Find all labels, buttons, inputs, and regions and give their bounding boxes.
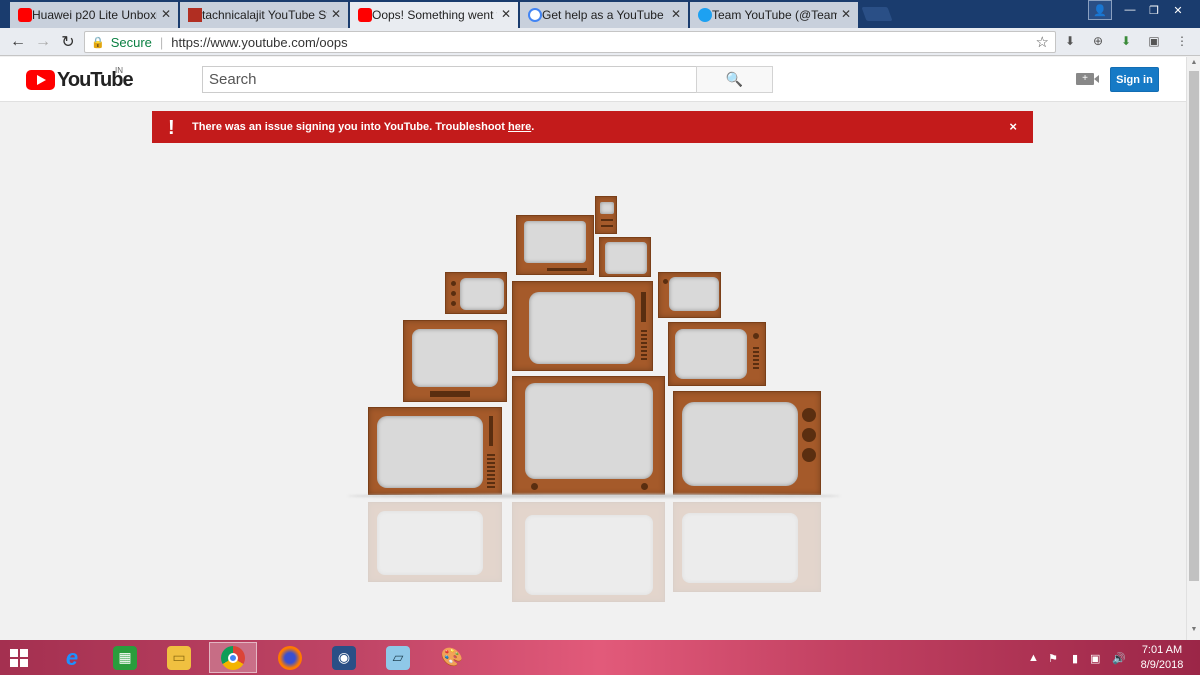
browser-toolbar: ← → ↻ 🔒 Secure | https://www.youtube.com…: [0, 28, 1200, 56]
bookmark-star-icon[interactable]: ☆: [1036, 33, 1049, 51]
notepad-icon: ▱: [386, 645, 410, 670]
show-hidden-icons-icon[interactable]: ▲: [1028, 652, 1039, 664]
taskbar-store-icon[interactable]: ▦: [101, 642, 149, 673]
paint-icon: 🎨: [440, 647, 464, 667]
youtube-header: YouTube IN 🔍 + Sign in: [0, 57, 1186, 102]
download-extension-icon[interactable]: ⬇: [1062, 34, 1078, 50]
firefox-icon: [278, 645, 302, 670]
battery-icon[interactable]: ▮: [1072, 652, 1078, 665]
back-icon[interactable]: ←: [8, 32, 28, 52]
tv-illustration-item: [516, 215, 594, 275]
close-alert-icon[interactable]: ×: [1009, 119, 1017, 134]
taskbar-chrome-icon[interactable]: [209, 642, 257, 673]
search-button[interactable]: 🔍: [696, 66, 773, 93]
close-icon[interactable]: ✕: [161, 7, 171, 21]
twitter-favicon-icon: [698, 8, 712, 22]
folder-icon: ▭: [167, 645, 191, 670]
taskbar-clock[interactable]: 7:01 AM 8/9/2018: [1140, 643, 1184, 673]
tab-huawei[interactable]: Huawei p20 Lite Unboxin ✕: [10, 2, 178, 28]
socialblade-favicon-icon: [188, 8, 202, 22]
volume-icon[interactable]: 🔊: [1112, 652, 1126, 665]
tv-illustration-item: [595, 196, 617, 234]
search-icon: 🔍: [725, 71, 744, 87]
youtube-logo[interactable]: YouTube IN: [26, 66, 134, 91]
tv-reflection: [340, 498, 840, 608]
taskbar-app-icon[interactable]: ▱: [374, 642, 422, 673]
troubleshoot-link[interactable]: here: [508, 121, 531, 133]
tab-team-youtube[interactable]: Team YouTube (@TeamY ✕: [690, 2, 858, 28]
taskbar-media-icon[interactable]: ◉: [320, 642, 368, 673]
flag-icon[interactable]: ⚑: [1048, 652, 1058, 665]
clock-time: 7:01 AM: [1141, 644, 1183, 656]
clock-date: 8/9/2018: [1140, 659, 1184, 671]
reload-icon[interactable]: ↻: [58, 32, 78, 52]
youtube-favicon-icon: [18, 8, 32, 22]
tab-oops-active[interactable]: Oops! Something went w ✕: [350, 2, 518, 28]
google-favicon-icon: [528, 8, 542, 22]
secure-label: Secure: [110, 34, 152, 50]
close-window-button[interactable]: ✕: [1166, 0, 1190, 20]
scroll-thumb[interactable]: [1189, 71, 1199, 581]
close-icon[interactable]: ✕: [501, 7, 511, 21]
exclamation-icon: !: [168, 117, 175, 139]
tv-illustration-item: [673, 391, 821, 495]
windows-start-icon[interactable]: [10, 649, 28, 667]
screenshot-extension-icon[interactable]: ▣: [1146, 34, 1162, 50]
url-text: https://www.youtube.com/oops: [171, 34, 348, 50]
search-input[interactable]: [202, 66, 697, 93]
lock-icon: 🔒: [91, 36, 105, 49]
windows-taskbar: e ▦ ▭ ◉ ▱ 🎨 ▲ ⚑ ▮ ▣ 🔊: [0, 640, 1200, 675]
separator: |: [159, 34, 164, 50]
page-scrollbar[interactable]: ▲ ▼: [1186, 57, 1200, 640]
tv-illustration-item: [668, 322, 766, 386]
menu-icon[interactable]: ⋮: [1174, 34, 1190, 50]
close-icon[interactable]: ✕: [841, 7, 851, 21]
downloader-extension-icon[interactable]: ⊕: [1090, 34, 1106, 50]
scroll-up-icon[interactable]: ▲: [1187, 59, 1200, 71]
sign-in-error-alert: ! There was an issue signing you into Yo…: [152, 111, 1033, 143]
close-icon[interactable]: ✕: [671, 7, 681, 21]
restore-button[interactable]: ❐: [1142, 0, 1166, 20]
tv-illustration-item: [512, 281, 653, 371]
taskbar-firefox-icon[interactable]: [266, 642, 314, 673]
close-icon[interactable]: ✕: [331, 7, 341, 21]
taskbar-paint-icon[interactable]: 🎨: [428, 642, 476, 673]
network-icon[interactable]: ▣: [1090, 652, 1100, 665]
forward-icon[interactable]: →: [33, 32, 53, 52]
chrome-icon: [221, 645, 245, 670]
taskbar-explorer-icon[interactable]: ▭: [155, 642, 203, 673]
tab-strip: Huawei p20 Lite Unboxin ✕ tachnicalajit …: [0, 0, 1200, 28]
youtube-favicon-icon: [358, 8, 372, 22]
alert-message: There was an issue signing you into YouT…: [192, 121, 535, 133]
taskbar-edge-icon[interactable]: e: [48, 642, 96, 673]
tv-illustration-item: [658, 272, 721, 318]
tab-get-help[interactable]: Get help as a YouTube Cr ✕: [520, 2, 688, 28]
tab-socialblade[interactable]: tachnicalajit YouTube Sta ✕: [180, 2, 348, 28]
tv-illustration-item: [368, 407, 502, 495]
broken-tv-illustration: [340, 190, 840, 610]
green-download-extension-icon[interactable]: ⬇: [1118, 34, 1134, 50]
tv-illustration-item: [445, 272, 507, 314]
minimize-button[interactable]: —: [1118, 0, 1142, 20]
profile-icon[interactable]: 👤: [1088, 0, 1112, 20]
new-tab-button[interactable]: [861, 7, 893, 21]
country-code: IN: [115, 66, 123, 75]
youtube-play-icon: [26, 70, 55, 90]
store-icon: ▦: [113, 645, 137, 670]
sign-in-button[interactable]: Sign in: [1110, 67, 1159, 92]
upload-video-icon[interactable]: +: [1076, 73, 1099, 85]
media-player-icon: ◉: [332, 645, 356, 670]
scroll-down-icon[interactable]: ▼: [1187, 626, 1200, 638]
internet-explorer-icon: e: [65, 644, 79, 670]
tv-illustration-item: [512, 376, 665, 495]
tv-illustration-item: [599, 237, 651, 277]
address-bar[interactable]: 🔒 Secure | https://www.youtube.com/oops …: [84, 31, 1056, 53]
tv-illustration-item: [403, 320, 507, 402]
